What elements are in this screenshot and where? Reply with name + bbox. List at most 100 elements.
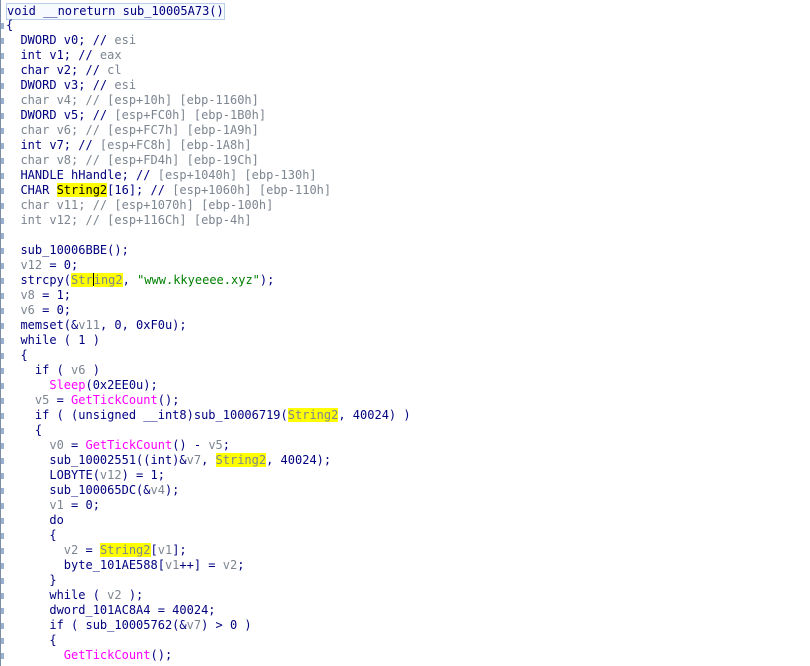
code-line[interactable]: int v7; // [esp+FC8h] [ebp-1A8h]	[6, 138, 252, 153]
gutter-marker	[1, 533, 4, 539]
code-line[interactable]: {	[6, 18, 13, 33]
code-line[interactable]: sub_100065DC(&v4);	[6, 483, 179, 498]
code-line[interactable]: {	[6, 423, 42, 438]
code-line[interactable]: sub_10002551((int)&v7, String2, 40024);	[6, 453, 331, 468]
code-line[interactable]: if ( v6 )	[6, 363, 100, 378]
code-line[interactable]: char v11; // [esp+1070h] [ebp-100h]	[6, 198, 273, 213]
code-line[interactable]: char v4; // [esp+10h] [ebp-1160h]	[6, 93, 259, 108]
gutter-marker	[1, 263, 4, 269]
code-line[interactable]: {	[6, 348, 27, 363]
code-token: "www.kkyeeee.xyz"	[137, 273, 260, 287]
code-line[interactable]: DWORD v5; // [esp+FC0h] [ebp-1B0h]	[6, 108, 266, 123]
code-line[interactable]: GetTickCount();	[6, 648, 172, 663]
gutter-marker	[1, 323, 4, 329]
code-token: = 0;	[34, 303, 72, 317]
code-line[interactable]: CHAR String2[16]; // [esp+1060h] [ebp-11…	[6, 183, 331, 198]
code-line[interactable]: while ( 1 )	[6, 333, 99, 348]
code-token: v1	[164, 558, 180, 572]
code-line[interactable]: v2 = String2[v1];	[6, 543, 187, 558]
code-line[interactable]: DWORD v0; // esi	[6, 33, 136, 48]
code-line[interactable]: }	[6, 573, 56, 588]
gutter-marker	[1, 53, 4, 59]
code-token: GetTickCount	[63, 648, 151, 662]
code-token: ) > 0 )	[201, 618, 252, 632]
gutter-marker	[1, 38, 4, 44]
code-token: ();	[150, 648, 173, 662]
code-line[interactable]: while ( v2 );	[6, 588, 143, 603]
code-token: v8	[6, 288, 35, 302]
code-line[interactable]: DWORD v3; // esi	[6, 78, 136, 93]
code-token: v1	[157, 543, 173, 557]
code-token: GetTickCount	[71, 393, 158, 407]
code-token: v7	[186, 618, 202, 632]
gutter-marker	[1, 488, 4, 494]
code-token: if (	[6, 363, 72, 377]
gutter-marker	[1, 293, 4, 299]
code-token: =	[49, 393, 72, 407]
gutter-marker	[1, 413, 4, 419]
code-line[interactable]: {	[6, 633, 56, 648]
code-token: while (	[6, 588, 108, 602]
code-token[interactable]: String2	[287, 408, 339, 422]
code-token[interactable]: String2	[56, 183, 108, 197]
code-token[interactable]: ing2	[93, 273, 123, 287]
code-token: v2	[6, 543, 79, 557]
code-line[interactable]: char v2; // cl	[6, 63, 121, 78]
code-line[interactable]: byte_101AE588[v1++] = v2;	[6, 558, 245, 573]
code-token: DWORD v3; //	[6, 78, 115, 92]
code-token: [esp+1060h] [ebp-110h]	[172, 183, 332, 197]
code-line[interactable]: int v12; // [esp+116Ch] [ebp-4h]	[6, 213, 251, 228]
pseudocode-view[interactable]: void __noreturn sub_10005A73(){ DWORD v0…	[0, 0, 810, 666]
code-line[interactable]: v12 = 0;	[6, 258, 78, 273]
gutter-marker	[1, 473, 4, 479]
code-token: v12	[6, 258, 43, 272]
code-token: v0	[6, 438, 64, 452]
code-token: Sleep	[49, 378, 86, 392]
gutter-marker	[1, 563, 4, 569]
code-line[interactable]: if ( sub_10005762(&v7) > 0 )	[6, 618, 252, 633]
code-line[interactable]: char v6; // [esp+FC7h] [ebp-1A9h]	[6, 123, 258, 138]
gutter-marker	[1, 458, 4, 464]
code-token: char v8; // [esp+FD4h] [ebp-19Ch]	[6, 153, 259, 167]
code-line[interactable]: v5 = GetTickCount();	[6, 393, 180, 408]
code-token: ,	[201, 453, 216, 467]
code-token: v4	[150, 483, 165, 497]
code-token: [16]; //	[107, 183, 173, 197]
code-token: HANDLE hHandle; //	[6, 168, 158, 182]
code-token: v1	[6, 498, 64, 512]
code-token: {	[6, 18, 14, 32]
code-token[interactable]: Str	[71, 273, 93, 287]
code-line[interactable]: char v8; // [esp+FD4h] [ebp-19Ch]	[6, 153, 259, 168]
code-token: , 40024);	[266, 453, 332, 467]
code-line[interactable]: v0 = GetTickCount() - v5;	[6, 438, 230, 453]
code-line[interactable]: do	[6, 513, 63, 528]
code-line[interactable]: strcpy(String2, "www.kkyeeee.xyz");	[6, 273, 274, 288]
code-line[interactable]: HANDLE hHandle; // [esp+1040h] [ebp-130h…	[6, 168, 316, 183]
code-line[interactable]: Sleep(0x2EE0u);	[6, 378, 157, 393]
code-token[interactable]: String2	[99, 543, 151, 557]
code-token: [esp+FC8h] [ebp-1A8h]	[99, 138, 252, 152]
gutter-marker	[1, 593, 4, 599]
code-line[interactable]: LOBYTE(v12) = 1;	[6, 468, 165, 483]
code-line[interactable]: int v1; // eax	[6, 48, 121, 63]
code-line[interactable]: {	[6, 528, 56, 543]
code-line[interactable]: void __noreturn sub_10005A73()	[6, 3, 225, 20]
code-line[interactable]: v6 = 0;	[6, 303, 71, 318]
code-token: if ( (unsigned __int8)sub_10006719(	[6, 408, 288, 422]
gutter-marker	[1, 98, 4, 104]
code-token[interactable]: String2	[215, 453, 267, 467]
code-token: {	[6, 423, 43, 437]
code-line[interactable]: if ( (unsigned __int8)sub_10006719(Strin…	[6, 408, 411, 423]
gutter-marker	[1, 308, 4, 314]
code-line[interactable]: v8 = 1;	[6, 288, 71, 303]
code-line[interactable]: sub_10006BBE();	[6, 243, 128, 258]
code-line[interactable]: dword_101AC8A4 = 40024;	[6, 603, 215, 618]
gutter-marker	[1, 548, 4, 554]
code-token: char v4; // [esp+10h] [ebp-1160h]	[6, 93, 259, 107]
code-token: esi	[114, 78, 137, 92]
code-line[interactable]: memset(&v11, 0, 0xF0u);	[6, 318, 186, 333]
code-token: =	[78, 543, 100, 557]
code-line[interactable]: v1 = 0;	[6, 498, 100, 513]
